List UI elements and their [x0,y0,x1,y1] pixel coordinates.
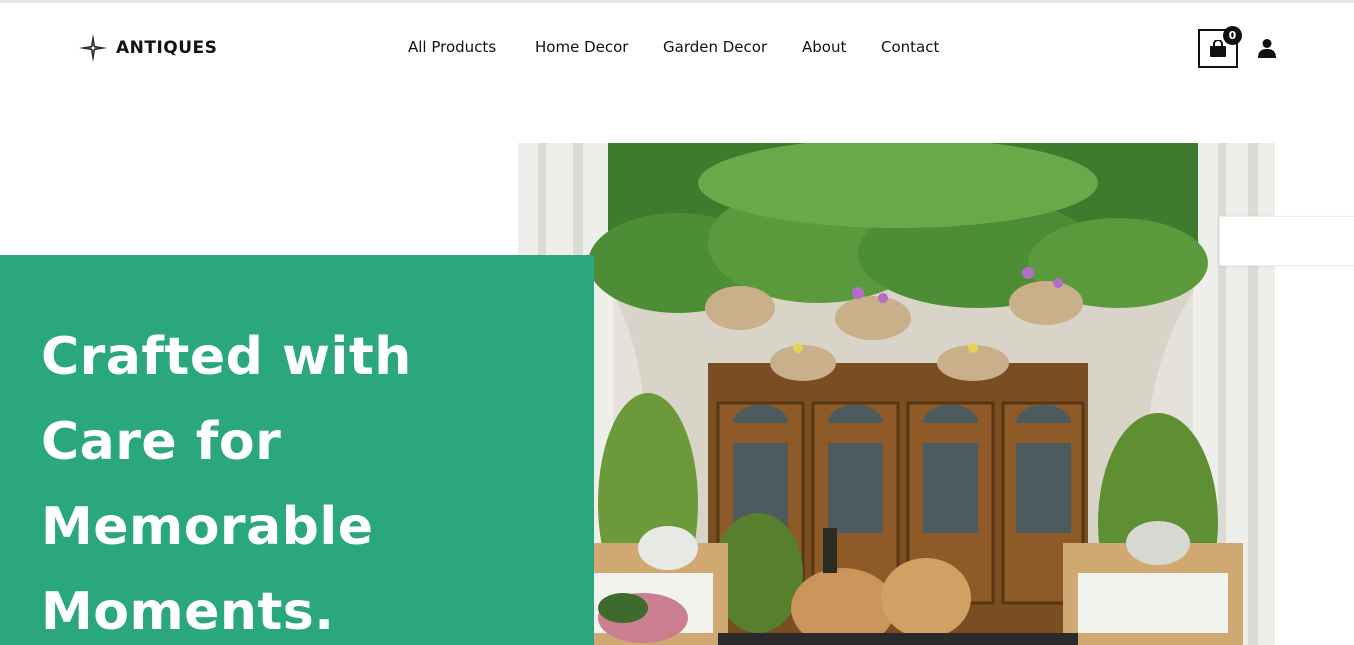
top-border [0,0,1354,3]
nav-all-products[interactable]: All Products [408,38,496,56]
hero-text-panel: Crafted with Care for Memorable Moments. [0,255,594,645]
cart-count-badge: 0 [1223,26,1242,45]
side-floating-widget[interactable] [1219,216,1354,266]
compass-star-icon [79,34,107,62]
nav-garden-decor[interactable]: Garden Decor [663,38,767,56]
nav-home-decor[interactable]: Home Decor [535,38,628,56]
nav-about[interactable]: About [802,38,846,56]
hero-title: Crafted with Care for Memorable Moments. [41,327,412,642]
nav-contact[interactable]: Contact [881,38,939,56]
brand-name: ANTIQUES [116,38,218,58]
user-account-button[interactable] [1257,38,1277,58]
brand-logo[interactable]: ANTIQUES [78,33,217,63]
user-icon [1258,39,1276,58]
hero-image [518,143,1275,645]
